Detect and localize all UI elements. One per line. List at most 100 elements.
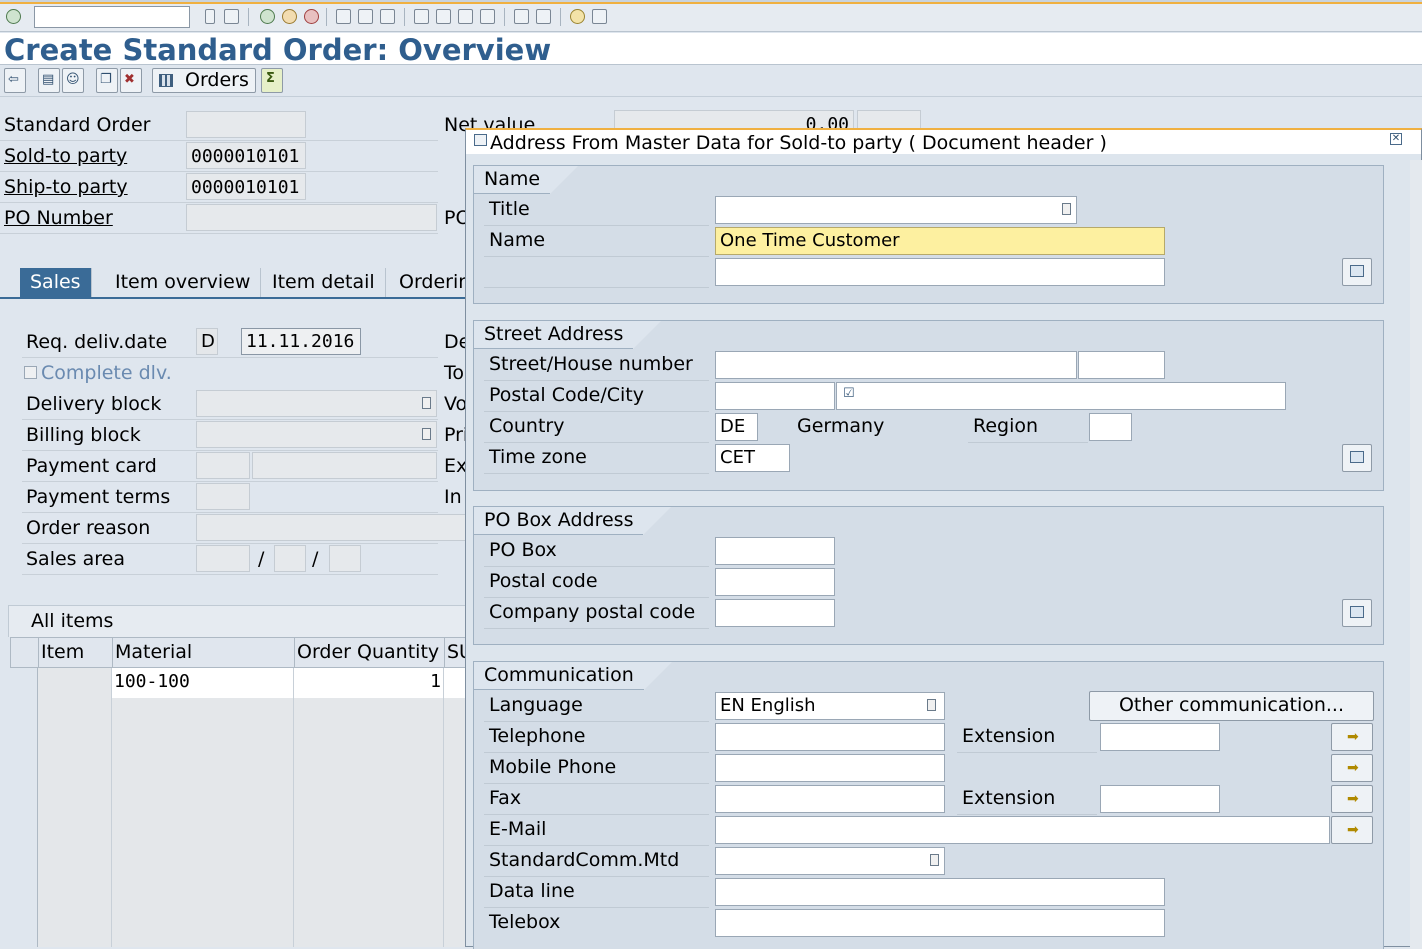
row-selector[interactable]	[10, 848, 38, 878]
language-select[interactable]: EN English	[715, 692, 945, 720]
partner-button[interactable]: ☺	[62, 68, 84, 93]
order-quantity-cell[interactable]	[294, 878, 444, 908]
fax-details-button[interactable]: ➡	[1331, 785, 1373, 813]
row-selector[interactable]	[10, 728, 38, 758]
material-cell[interactable]	[112, 728, 294, 758]
sum-button[interactable]: Σ	[261, 68, 283, 93]
company-postal-code-field[interactable]	[715, 599, 835, 627]
req-deliv-date-field[interactable]: 11.11.2016	[241, 328, 361, 355]
email-field[interactable]	[715, 816, 1330, 844]
telebox-field[interactable]	[715, 909, 1165, 937]
name-field-1[interactable]: One Time Customer	[715, 227, 1165, 255]
table-row[interactable]: 100-100 1	[10, 668, 470, 698]
city-field[interactable]: ☑	[836, 382, 1286, 410]
column-header-order-quantity[interactable]: Order Quantity	[295, 638, 445, 667]
next-page-icon[interactable]	[458, 9, 473, 24]
material-cell[interactable]	[112, 878, 294, 908]
display-doc-flow-button[interactable]: ⇦	[4, 68, 26, 93]
close-icon[interactable]: ✕	[1390, 133, 1402, 145]
table-row[interactable]	[10, 908, 470, 947]
material-cell[interactable]: 100-100	[112, 668, 294, 698]
table-row[interactable]	[10, 848, 470, 878]
title-select[interactable]	[715, 196, 1077, 224]
timezone-field[interactable]: CET	[715, 444, 790, 472]
previous-page-icon[interactable]	[436, 9, 451, 24]
dropdown-icon[interactable]	[1062, 203, 1071, 215]
header-details-button[interactable]: ▤	[38, 68, 60, 93]
item-cell[interactable]	[38, 908, 112, 947]
item-cell[interactable]	[38, 758, 112, 788]
exit-icon[interactable]	[282, 9, 297, 24]
row-selector[interactable]	[10, 758, 38, 788]
back-icon[interactable]	[260, 9, 275, 24]
order-quantity-cell[interactable]	[294, 788, 444, 818]
region-field[interactable]	[1089, 413, 1132, 441]
new-session-icon[interactable]	[514, 9, 529, 24]
table-row[interactable]	[10, 788, 470, 818]
tab-sales[interactable]: Sales	[20, 268, 92, 298]
item-cell[interactable]	[38, 878, 112, 908]
tab-ordering[interactable]: Orderin	[389, 268, 469, 298]
material-cell[interactable]	[112, 698, 294, 728]
dropdown-icon[interactable]	[930, 854, 939, 866]
help-icon[interactable]	[570, 9, 585, 24]
item-cell[interactable]	[38, 728, 112, 758]
telephone-details-button[interactable]: ➡	[1331, 723, 1373, 751]
division-field[interactable]	[329, 545, 361, 572]
material-cell[interactable]	[112, 848, 294, 878]
item-cell[interactable]	[38, 668, 112, 698]
po-number-label[interactable]: PO Number	[4, 207, 113, 229]
ship-to-label[interactable]: Ship-to party	[4, 176, 128, 198]
dropdown-icon[interactable]	[422, 428, 431, 440]
find-icon[interactable]	[358, 9, 373, 24]
pobox-field[interactable]	[715, 537, 835, 565]
tab-item-overview[interactable]: Item overview	[105, 268, 262, 298]
order-quantity-cell[interactable]: 1	[294, 668, 444, 698]
telephone-extension-field[interactable]	[1100, 723, 1220, 751]
payment-card-number-field[interactable]	[252, 452, 437, 479]
table-row[interactable]	[10, 878, 470, 908]
save-icon[interactable]	[224, 9, 239, 24]
more-name-fields-button[interactable]	[1342, 258, 1372, 286]
delete-button[interactable]: ✖	[120, 68, 142, 93]
material-cell[interactable]	[112, 788, 294, 818]
order-quantity-cell[interactable]	[294, 728, 444, 758]
item-cell[interactable]	[38, 818, 112, 848]
column-header-item[interactable]: Item	[39, 638, 113, 667]
material-cell[interactable]	[112, 908, 294, 947]
command-field[interactable]	[34, 6, 190, 28]
item-cell[interactable]	[38, 788, 112, 818]
fax-extension-field[interactable]	[1100, 785, 1220, 813]
postal-code-field[interactable]	[715, 382, 835, 410]
last-page-icon[interactable]	[480, 9, 495, 24]
country-field[interactable]: DE	[715, 413, 758, 441]
table-row[interactable]	[10, 728, 470, 758]
ship-to-field[interactable]: 0000010101	[186, 173, 306, 200]
house-number-field[interactable]	[1078, 351, 1165, 379]
row-selector[interactable]	[10, 788, 38, 818]
order-quantity-cell[interactable]	[294, 908, 444, 947]
enter-icon[interactable]	[6, 9, 21, 24]
telephone-field[interactable]	[715, 723, 945, 751]
dropdown-icon[interactable]	[927, 699, 936, 711]
po-number-field[interactable]	[186, 204, 437, 231]
first-page-icon[interactable]	[414, 9, 429, 24]
delivery-block-field[interactable]	[196, 390, 437, 417]
item-cell[interactable]	[38, 698, 112, 728]
dialog-scrollbar[interactable]	[1410, 160, 1422, 949]
complete-dlv-checkbox[interactable]	[24, 366, 37, 379]
column-header-material[interactable]: Material	[113, 638, 295, 667]
shortcut-icon[interactable]	[536, 9, 551, 24]
find-next-icon[interactable]	[380, 9, 395, 24]
sales-org-field[interactable]	[196, 545, 250, 572]
sold-to-label[interactable]: Sold-to party	[4, 145, 127, 167]
orders-button[interactable]: Orders	[152, 68, 256, 93]
order-reason-field[interactable]	[196, 514, 466, 541]
copy-button[interactable]: ❐	[96, 68, 118, 93]
distribution-channel-field[interactable]	[274, 545, 306, 572]
history-arrow-icon[interactable]	[205, 9, 215, 24]
more-address-fields-button[interactable]	[1342, 444, 1372, 472]
name-field-2[interactable]	[715, 258, 1165, 286]
payment-card-type-field[interactable]	[196, 452, 250, 479]
other-communication-button[interactable]: Other communication...	[1089, 691, 1374, 721]
